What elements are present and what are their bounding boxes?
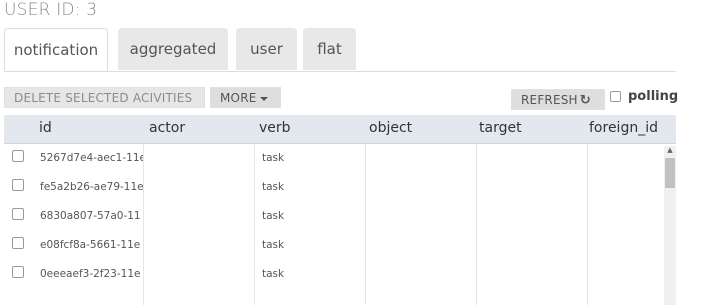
cell-verb: task — [262, 268, 285, 280]
cell-divider — [254, 231, 255, 260]
refresh-icon: ↻ — [579, 93, 591, 108]
tab-notification[interactable]: notification — [4, 28, 108, 71]
cell-divider — [587, 144, 588, 173]
page-title: USER ID: 3 — [4, 0, 98, 20]
cell-divider — [587, 231, 588, 260]
column-header-object[interactable]: object — [369, 115, 412, 143]
cell-id: 6830a807-57a0-11 — [40, 210, 141, 222]
tab-bar: notification aggregated user flat — [4, 28, 676, 72]
cell-divider — [476, 231, 477, 260]
cell-divider — [254, 260, 255, 289]
refresh-button[interactable]: REFRESH ↻ — [511, 89, 605, 110]
column-header-verb[interactable]: verb — [259, 115, 291, 143]
row-checkbox[interactable] — [12, 237, 24, 249]
row-checkbox[interactable] — [12, 208, 24, 220]
cell-divider — [143, 231, 144, 260]
cell-divider — [476, 260, 477, 289]
cell-divider — [143, 289, 144, 305]
table-row[interactable]: 6830a807-57a0-11 task — [4, 202, 662, 232]
vertical-scrollbar[interactable]: ▲ — [664, 146, 676, 305]
caret-down-icon — [259, 96, 268, 101]
cell-divider — [365, 173, 366, 202]
table-row[interactable]: 5267d7e4-aec1-11e task — [4, 144, 662, 174]
row-checkbox[interactable] — [12, 179, 24, 191]
cell-id: 0eeeaef3-2f23-11e — [40, 268, 141, 280]
cell-verb: task — [262, 210, 285, 222]
cell-id: e08fcf8a-5661-11e — [40, 239, 141, 251]
cell-divider — [143, 202, 144, 231]
cell-divider — [254, 289, 255, 305]
scroll-up-arrow-icon[interactable]: ▲ — [665, 146, 675, 154]
table-row[interactable]: e08fcf8a-5661-11e task — [4, 231, 662, 261]
more-dropdown-button[interactable]: MORE — [210, 87, 281, 108]
polling-checkbox[interactable] — [610, 91, 621, 102]
cell-actor — [149, 144, 253, 173]
cell-id: 5267d7e4-aec1-11e — [40, 152, 144, 164]
cell-divider — [143, 173, 144, 202]
cell-verb: task — [262, 181, 285, 193]
cell-divider — [143, 260, 144, 289]
cell-actor — [149, 231, 253, 260]
toolbar: DELETE SELECTED ACIVITIES MORE REFRESH ↻ … — [4, 87, 679, 110]
delete-selected-label: DELETE SELECTED ACIVITIES — [14, 91, 193, 105]
polling-label: polling — [628, 89, 679, 104]
cell-divider — [476, 202, 477, 231]
cell-divider — [254, 173, 255, 202]
tab-aggregated[interactable]: aggregated — [118, 28, 228, 70]
cell-divider — [365, 231, 366, 260]
row-checkbox[interactable] — [12, 266, 24, 278]
cell-divider — [587, 289, 588, 305]
table-row[interactable]: fe5a2b26-ae79-11e task — [4, 173, 662, 203]
column-header-foreign-id[interactable]: foreign_id — [589, 115, 658, 143]
cell-verb: task — [262, 239, 285, 251]
cell-verb: task — [262, 152, 285, 164]
cell-divider — [254, 202, 255, 231]
cell-actor — [149, 202, 253, 231]
cell-divider — [476, 173, 477, 202]
cell-divider — [476, 289, 477, 305]
column-header-id[interactable]: id — [39, 115, 52, 143]
cell-divider — [365, 202, 366, 231]
cell-actor — [149, 260, 253, 289]
more-label: MORE — [220, 91, 257, 105]
scroll-thumb[interactable] — [665, 158, 675, 188]
cell-divider — [254, 144, 255, 173]
delete-selected-button[interactable]: DELETE SELECTED ACIVITIES — [4, 87, 205, 108]
column-header-actor[interactable]: actor — [149, 115, 185, 143]
activities-table: id actor verb object target foreign_id 5… — [4, 115, 676, 305]
cell-divider — [587, 173, 588, 202]
table-header: id actor verb object target foreign_id — [4, 115, 676, 144]
cell-divider — [476, 144, 477, 173]
cell-divider — [365, 260, 366, 289]
table-row-partial[interactable] — [4, 289, 662, 305]
cell-id: fe5a2b26-ae79-11e — [40, 181, 144, 193]
tab-flat[interactable]: flat — [303, 28, 356, 70]
cell-divider — [587, 260, 588, 289]
cell-actor — [149, 173, 253, 202]
row-checkbox[interactable] — [12, 150, 24, 162]
tab-user[interactable]: user — [236, 28, 297, 70]
cell-divider — [365, 144, 366, 173]
refresh-label: REFRESH — [521, 93, 578, 107]
table-row[interactable]: 0eeeaef3-2f23-11e task — [4, 260, 662, 290]
cell-divider — [143, 144, 144, 173]
cell-divider — [365, 289, 366, 305]
cell-divider — [587, 202, 588, 231]
column-header-target[interactable]: target — [479, 115, 522, 143]
